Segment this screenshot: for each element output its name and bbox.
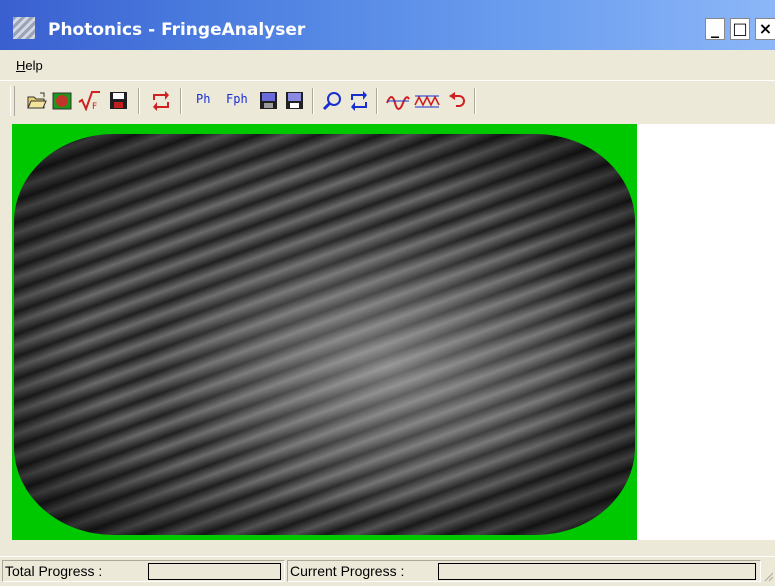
menu-help-accelerator: H xyxy=(16,58,26,73)
save-image-icon[interactable] xyxy=(258,91,280,111)
resize-grip[interactable] xyxy=(763,567,774,582)
save-icon[interactable] xyxy=(108,91,130,111)
title-bar[interactable]: Photonics - FringeAnalyser _ □ × xyxy=(0,0,775,50)
close-button[interactable]: × xyxy=(755,18,775,40)
fringe-image-viewport[interactable] xyxy=(12,124,637,540)
total-progress-label: Total Progress : xyxy=(5,563,103,579)
filtered-phase-icon[interactable]: Fph xyxy=(226,92,248,106)
refresh-2-icon[interactable] xyxy=(348,91,370,111)
sawtooth-icon[interactable] xyxy=(414,91,440,111)
side-pane xyxy=(637,124,775,540)
maximize-button[interactable]: □ xyxy=(730,18,750,40)
undo-icon[interactable] xyxy=(446,91,468,111)
menu-help-label: elp xyxy=(25,58,43,73)
svg-text:F: F xyxy=(92,102,97,111)
window-title: Photonics - FringeAnalyser xyxy=(48,20,306,40)
total-progress-bar xyxy=(148,563,281,580)
current-progress-label: Current Progress : xyxy=(290,563,405,579)
status-bar: Total Progress : Current Progress : xyxy=(0,556,775,585)
phase-icon[interactable]: Ph xyxy=(196,92,210,106)
wave-icon[interactable] xyxy=(386,91,410,111)
menu-bar: Help xyxy=(0,54,775,81)
toolbar-grip[interactable] xyxy=(10,86,15,116)
menu-help[interactable]: Help xyxy=(16,58,43,73)
minimize-button[interactable]: _ xyxy=(705,18,725,40)
fringe-pattern-image xyxy=(14,134,635,535)
sqrt-f-icon[interactable]: F xyxy=(78,91,100,112)
toolbar: F Ph Fph xyxy=(0,83,775,119)
total-progress-panel: Total Progress : xyxy=(2,560,285,582)
mask-icon[interactable] xyxy=(52,91,74,111)
current-progress-panel: Current Progress : xyxy=(287,560,761,582)
zoom-icon[interactable] xyxy=(322,91,344,111)
current-progress-bar xyxy=(438,563,756,580)
open-folder-icon[interactable] xyxy=(26,91,48,111)
save-image-2-icon[interactable] xyxy=(284,91,306,111)
refresh-icon[interactable] xyxy=(150,91,172,111)
app-icon[interactable] xyxy=(13,17,35,39)
